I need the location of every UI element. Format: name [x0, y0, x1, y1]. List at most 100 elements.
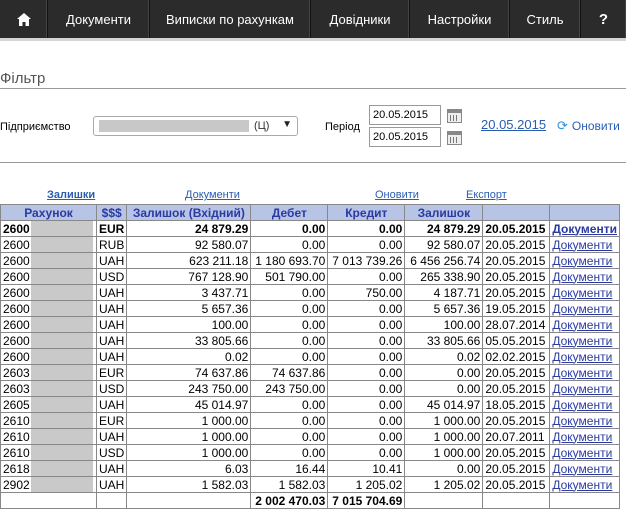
table-row: 2610 UAH 1 000.00 0.00 0.00 1 000.00 20.07.201…: [0, 428, 620, 445]
debit-cell: 0.00: [250, 444, 329, 461]
debit-cell: 0.00: [250, 348, 329, 365]
total-credit-cell: 7 015 704.69: [327, 492, 406, 509]
account-cell: 2600: [0, 252, 97, 269]
table-row: 2603 USD 243 750.00 243 750.00 0.00 0.00 20.05…: [0, 380, 620, 397]
documents-link-cell[interactable]: Документи: [549, 332, 620, 349]
empty-cell: [0, 492, 97, 509]
column-header-opening-balance[interactable]: Залишок (Вхідний): [126, 204, 252, 221]
empty-cell: [126, 492, 252, 509]
documents-link-cell[interactable]: Документи: [549, 364, 620, 381]
documents-link-cell[interactable]: Документи: [549, 380, 620, 397]
nav-style[interactable]: Стиль: [510, 0, 581, 38]
home-button[interactable]: [0, 0, 48, 38]
refresh-label: Оновити: [571, 119, 620, 133]
column-header-date: [482, 204, 551, 221]
documents-link-cell[interactable]: Документи: [549, 476, 620, 493]
nav-divider: [0, 38, 626, 41]
opening-balance-cell: 0.02: [126, 348, 252, 365]
column-header-closing-balance[interactable]: Залишок: [404, 204, 484, 221]
column-header-currency[interactable]: $$$: [95, 204, 128, 221]
credit-cell: 0.00: [327, 268, 406, 285]
date-cell: 19.05.2015: [482, 300, 551, 317]
table-row: 2603 EUR 74 637.86 74 637.86 0.00 0.00 20.05.2…: [0, 364, 620, 381]
table-row: 2600 UAH 100.00 0.00 0.00 100.00 28.07.2014 Док…: [0, 316, 620, 333]
nav-settings[interactable]: Настройки: [410, 0, 510, 38]
documents-link-cell[interactable]: Документи: [549, 428, 620, 445]
opening-balance-cell: 100.00: [126, 316, 252, 333]
currency-cell: USD: [95, 268, 128, 285]
calendar-icon[interactable]: [447, 131, 462, 145]
currency-cell: USD: [95, 444, 128, 461]
nav-directories[interactable]: Довідники: [311, 0, 410, 38]
date-cell: 20.07.2011: [482, 428, 551, 445]
balances-table: Рахунок $$$ Залишок (Вхідний) Дебет Кред…: [0, 204, 620, 509]
closing-balance-cell: 33 805.66: [404, 332, 484, 349]
redacted-account-mask: [31, 349, 93, 364]
account-cell: 2600: [0, 332, 97, 349]
opening-balance-cell: 33 805.66: [126, 332, 252, 349]
redacted-account-mask: [31, 333, 93, 348]
empty-cell: [549, 492, 620, 509]
documents-link-cell[interactable]: Документи: [549, 444, 620, 461]
documents-link-cell[interactable]: Документи: [549, 236, 620, 253]
documents-link-cell[interactable]: Документи: [549, 348, 620, 365]
currency-cell: UAH: [95, 284, 128, 301]
credit-cell: 0.00: [327, 348, 406, 365]
opening-balance-cell: 5 657.36: [126, 300, 252, 317]
calendar-icon[interactable]: [447, 109, 462, 123]
nav-documents[interactable]: Документи: [48, 0, 150, 38]
documents-link-cell[interactable]: Документи: [549, 252, 620, 269]
current-date-link[interactable]: 20.05.2015: [481, 117, 546, 132]
enterprise-select[interactable]: (Ц) ▼: [93, 116, 298, 136]
credit-cell: 0.00: [327, 220, 406, 237]
closing-balance-cell: 0.00: [404, 460, 484, 477]
date-cell: 20.05.2015: [482, 236, 551, 253]
redacted-account-mask: [31, 445, 93, 460]
table-header-row: Рахунок $$$ Залишок (Вхідний) Дебет Кред…: [0, 204, 620, 221]
date-cell: 20.05.2015: [482, 284, 551, 301]
documents-link-cell[interactable]: Документи: [549, 268, 620, 285]
redacted-account-mask: [31, 285, 93, 300]
currency-cell: UAH: [95, 348, 128, 365]
redacted-account-mask: [31, 221, 93, 236]
date-to-input[interactable]: [369, 127, 441, 147]
credit-cell: 0.00: [327, 236, 406, 253]
documents-link-cell[interactable]: Документи: [549, 220, 620, 237]
documents-link-cell[interactable]: Документи: [549, 300, 620, 317]
column-header-credit[interactable]: Кредит: [327, 204, 406, 221]
closing-balance-cell: 1 000.00: [404, 444, 484, 461]
credit-cell: 0.00: [327, 396, 406, 413]
documents-link-cell[interactable]: Документи: [549, 412, 620, 429]
column-header-debit[interactable]: Дебет: [250, 204, 329, 221]
credit-cell: 1 205.02: [327, 476, 406, 493]
documents-link-cell[interactable]: Документи: [549, 284, 620, 301]
debit-cell: 0.00: [250, 332, 329, 349]
date-cell: 05.05.2015: [482, 332, 551, 349]
credit-cell: 0.00: [327, 380, 406, 397]
debit-cell: 0.00: [250, 412, 329, 429]
refresh-table-link[interactable]: Оновити: [375, 189, 419, 201]
date-from-input[interactable]: [369, 105, 441, 125]
opening-balance-cell: 92 580.07: [126, 236, 252, 253]
home-icon: [16, 12, 31, 26]
nav-account-statements[interactable]: Виписки по рахункам: [150, 0, 311, 38]
debit-cell: 0.00: [250, 300, 329, 317]
table-row: 2600 UAH 623 211.18 1 180 693.70 7 013 739.2…: [0, 252, 620, 269]
help-button[interactable]: ?: [581, 0, 626, 38]
date-cell: 20.05.2015: [482, 364, 551, 381]
documents-link-cell[interactable]: Документи: [549, 460, 620, 477]
refresh-button[interactable]: ⟳ Оновити: [557, 118, 620, 134]
documents-link[interactable]: Документи: [185, 189, 240, 201]
column-header-account[interactable]: Рахунок: [0, 204, 97, 221]
debit-cell: 0.00: [250, 220, 329, 237]
opening-balance-cell: 74 637.86: [126, 364, 252, 381]
debit-cell: 1 180 693.70: [250, 252, 329, 269]
credit-cell: 0.00: [327, 300, 406, 317]
balances-link[interactable]: Залишки: [47, 189, 95, 201]
documents-link-cell[interactable]: Документи: [549, 316, 620, 333]
table-row: 2610 EUR 1 000.00 0.00 0.00 1 000.00 20.05.201…: [0, 412, 620, 429]
enterprise-label: Підприємство: [0, 121, 71, 133]
date-cell: 18.05.2015: [482, 396, 551, 413]
documents-link-cell[interactable]: Документи: [549, 396, 620, 413]
export-link[interactable]: Експорт: [466, 189, 507, 201]
